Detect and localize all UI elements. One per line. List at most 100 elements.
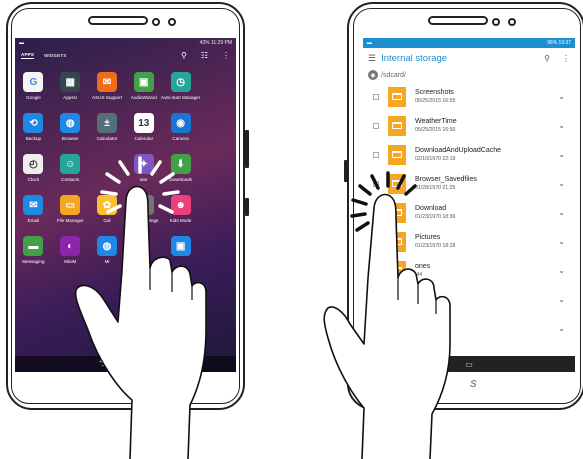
chevron-down-icon[interactable]: ⌄ <box>558 121 565 130</box>
folder-date: 01/28/1970 21:25 <box>415 185 456 191</box>
folder-icon <box>388 86 406 107</box>
app-tile[interactable]: ◍ Mi <box>89 236 126 264</box>
overflow-menu-icon[interactable]: ⋮ <box>222 51 230 60</box>
folder-date: 05/25/2015 16:55 <box>415 98 456 104</box>
nav-bar: ▭ <box>363 356 575 372</box>
row-checkbox[interactable] <box>373 296 379 303</box>
app-tile[interactable]: ⬇ Downloads <box>162 154 199 182</box>
folder-icon <box>388 289 406 310</box>
app-tile <box>199 236 236 264</box>
left-power-button[interactable] <box>245 198 249 216</box>
row-checkbox[interactable] <box>373 267 379 274</box>
list-item[interactable]: Browser_Savedfiles 01/28/1970 21:25 ⌄ <box>363 169 575 198</box>
page-title: Internal storage <box>381 52 448 64</box>
app-icon: ◐ <box>60 236 81 256</box>
tab-widgets[interactable]: WIDGETS <box>44 53 66 58</box>
app-tile[interactable]: ◉ Camera <box>162 113 199 141</box>
app-icon: ⬇ <box>170 154 191 174</box>
row-checkbox[interactable] <box>373 325 379 332</box>
app-tile[interactable]: ▦ AppsU <box>52 72 89 100</box>
folder-name: DownloadAndUploadCache <box>415 147 502 154</box>
app-tile[interactable]: ▣ <box>162 236 199 264</box>
app-label: ator <box>139 177 148 182</box>
tab-apps[interactable]: APPS <box>21 52 35 59</box>
chevron-down-icon[interactable]: ⌄ <box>558 92 565 101</box>
right-side-button[interactable] <box>344 160 348 182</box>
chevron-down-icon[interactable]: ⌄ <box>558 237 565 246</box>
breadcrumb: ◉ /sdcard/ <box>363 68 575 82</box>
app-tile[interactable]: G Google <box>15 72 52 100</box>
app-label: ASUS Support <box>92 95 122 100</box>
folder-text: Download 01/23/1970 18:36 <box>415 205 455 220</box>
app-tile[interactable]: ⚙ oogle Settings <box>125 195 162 223</box>
list-item[interactable]: Screenshots 05/25/2015 16:55 ⌄ <box>363 82 575 111</box>
chevron-down-icon[interactable]: ⌄ <box>558 266 565 275</box>
app-tile[interactable]: ◴ Clock <box>15 154 52 182</box>
row-checkbox[interactable] <box>373 238 379 245</box>
app-tile <box>125 236 162 264</box>
app-label: Browser <box>61 136 79 141</box>
app-label: Gal <box>103 218 111 223</box>
app-icon: ▬ <box>23 236 44 256</box>
app-tile[interactable]: ▬ Messaging <box>15 236 52 264</box>
app-icon: ◍ <box>60 113 81 133</box>
list-item[interactable]: Pictures 01/23/1970 18:28 ⌄ <box>363 227 575 256</box>
app-tile[interactable]: ▭ File Manager <box>52 195 89 223</box>
app-tile[interactable]: ✉ Email <box>15 195 52 223</box>
search-icon[interactable]: ⚲ <box>181 51 187 60</box>
nav-bar: ⮌ ⌂ <box>15 356 236 372</box>
app-label: Camera <box>172 136 189 141</box>
right-camera <box>508 18 516 26</box>
list-item[interactable]: ⌄ <box>363 314 575 343</box>
left-volume-button[interactable] <box>245 130 249 168</box>
chevron-down-icon[interactable]: ⌄ <box>558 324 565 333</box>
overflow-menu-icon[interactable]: ⋮ <box>562 54 570 63</box>
right-speaker <box>428 16 488 25</box>
storage-icon[interactable]: ◉ <box>368 70 378 80</box>
app-label: oogle Settings <box>129 218 159 223</box>
list-item[interactable]: ones:44 ⌄ <box>363 256 575 285</box>
app-label: File Manager <box>56 218 84 223</box>
app-label: Calculator <box>96 136 118 141</box>
chevron-down-icon[interactable]: ⌄ <box>558 208 565 217</box>
app-tile[interactable]: ◷ Auto-start Manager <box>160 72 201 100</box>
app-tile[interactable]: ☺ Contacts <box>52 154 89 182</box>
chevron-down-icon[interactable]: ⌄ <box>558 150 565 159</box>
app-icon: ✉ <box>96 72 117 92</box>
back-icon[interactable]: ⮌ <box>99 356 106 372</box>
hamburger-menu-icon[interactable]: ☰ <box>368 53 376 64</box>
list-item[interactable]: Download 01/23/1970 18:36 ⌄ <box>363 198 575 227</box>
path-text[interactable]: /sdcard/ <box>381 72 406 79</box>
app-tile[interactable]: ⟲ Backup <box>15 113 52 141</box>
app-tile[interactable]: ✦ ator <box>125 154 162 182</box>
app-tile[interactable]: ± Calculator <box>89 113 126 141</box>
row-checkbox[interactable] <box>373 209 379 216</box>
list-item[interactable]: WeatherTime 05/25/2015 16:50 ⌄ <box>363 111 575 140</box>
app-icon: ◷ <box>170 72 191 92</box>
recent-apps-icon[interactable]: ▭ <box>465 360 473 369</box>
app-label: Auto-start Manager <box>160 95 201 100</box>
search-icon[interactable]: ⚲ <box>544 54 550 63</box>
list-item[interactable]: ⌄ <box>363 285 575 314</box>
folder-text: ones:44 <box>415 263 430 278</box>
app-tile[interactable]: ☻ Kids Mode <box>162 195 199 223</box>
row-checkbox[interactable] <box>373 122 379 129</box>
app-tile[interactable]: ◍ Browser <box>52 113 89 141</box>
app-label: Kids Mode <box>169 218 192 223</box>
row-checkbox[interactable] <box>373 180 379 187</box>
list-item[interactable]: DownloadAndUploadCache 02/10/1970 22:19 ⌄ <box>363 140 575 169</box>
app-tile[interactable]: 13 Calendar <box>125 113 162 141</box>
chevron-down-icon[interactable]: ⌄ <box>558 295 565 304</box>
app-tile[interactable]: ✉ ASUS Support <box>89 72 126 100</box>
status-right-text: 96% 19:37 <box>547 40 571 46</box>
app-tile[interactable]: ▣ AudioWizard <box>125 72 162 100</box>
app-icon <box>207 72 227 92</box>
app-tile[interactable]: ◐ MiniM <box>52 236 89 264</box>
grid-view-icon[interactable]: ☷ <box>201 51 208 60</box>
row-checkbox[interactable] <box>373 151 379 158</box>
row-checkbox[interactable] <box>373 93 379 100</box>
chevron-down-icon[interactable]: ⌄ <box>558 179 565 188</box>
app-tile[interactable]: ✿ Gal <box>89 195 126 223</box>
folder-date: 01/23/1970 18:28 <box>415 243 456 249</box>
app-label: Downloads <box>169 177 192 182</box>
